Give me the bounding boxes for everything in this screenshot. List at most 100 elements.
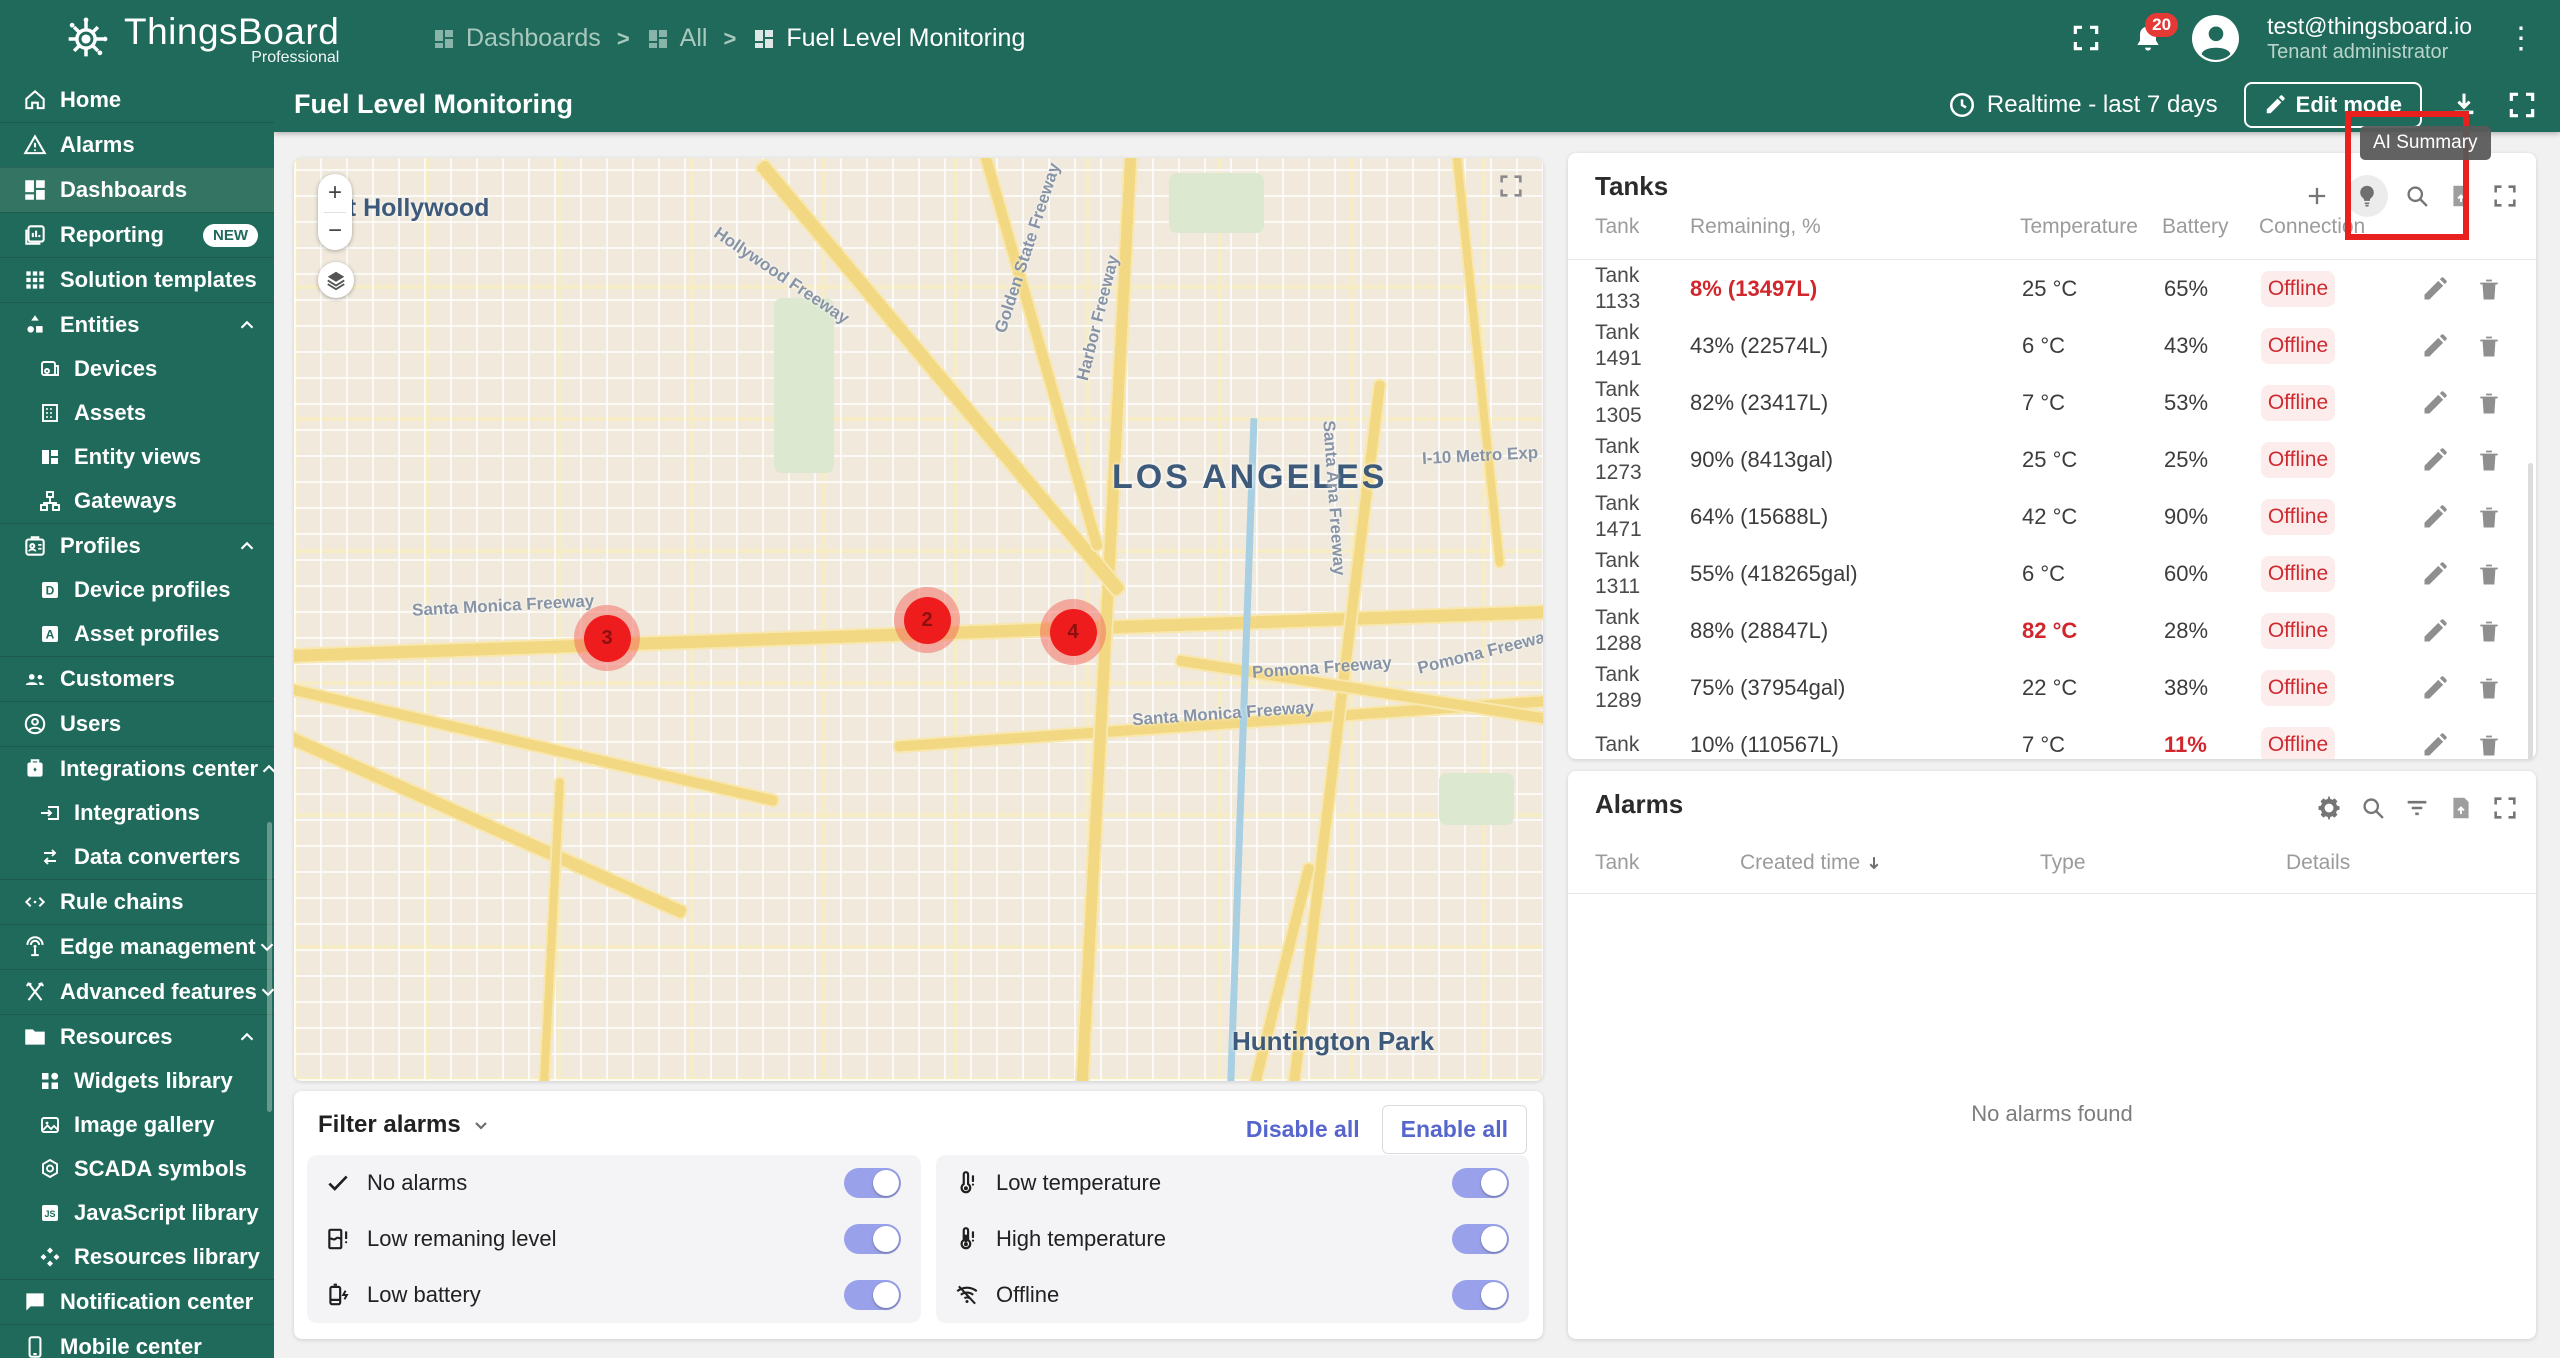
search-icon[interactable] [2402, 181, 2432, 211]
edit-row-button[interactable] [2421, 446, 2449, 474]
tanks-fullscreen-icon[interactable] [2490, 181, 2520, 211]
alarms-col-header[interactable]: Tank [1595, 851, 1639, 875]
sidebar-item-device-profiles[interactable]: D Device profiles [0, 568, 274, 612]
sidebar-item-resources[interactable]: Resources [0, 1014, 274, 1059]
map-cluster-marker[interactable]: 3 [574, 605, 640, 671]
alarms-filter-icon[interactable] [2402, 793, 2432, 823]
table-row[interactable]: Tank 1133 8% (13497L) 25 °C 65% Offline [1595, 260, 2528, 317]
sidebar-item-devices[interactable]: Devices [0, 347, 274, 391]
low-remaining-toggle[interactable] [844, 1224, 901, 1254]
sidebar-scrollbar[interactable] [267, 822, 272, 1112]
delete-row-button[interactable] [2475, 446, 2503, 474]
delete-row-button[interactable] [2475, 731, 2503, 759]
sidebar-item-home[interactable]: Home [0, 77, 274, 122]
low-battery-toggle[interactable] [844, 1280, 901, 1310]
breadcrumb-current[interactable]: Fuel Level Monitoring [752, 24, 1025, 53]
table-row[interactable]: Tank 1288 88% (28847L) 82 °C 28% Offline [1595, 602, 2528, 659]
tanks-col-header[interactable]: Remaining, % [1690, 215, 1821, 239]
sidebar-item-data-converters[interactable]: Data converters [0, 835, 274, 879]
export-icon[interactable] [2446, 181, 2476, 211]
add-tank-button[interactable] [2302, 181, 2332, 211]
alarms-fullscreen-icon[interactable] [2490, 793, 2520, 823]
high-temperature-toggle[interactable] [1452, 1224, 1509, 1254]
ai-summary-button[interactable] [2346, 175, 2388, 217]
sidebar-item-asset-profiles[interactable]: A Asset profiles [0, 612, 274, 656]
sidebar-item-entity-views[interactable]: Entity views [0, 435, 274, 479]
low-temperature-toggle[interactable] [1452, 1168, 1509, 1198]
sidebar-item-integrations-center[interactable]: Integrations center [0, 746, 274, 791]
table-row[interactable]: Tank 1491 43% (22574L) 6 °C 43% Offline [1595, 317, 2528, 374]
table-row[interactable]: Tank 1305 82% (23417L) 7 °C 53% Offline [1595, 374, 2528, 431]
tanks-col-header[interactable]: Battery [2162, 215, 2229, 239]
alarms-col-header[interactable]: Type [2040, 851, 2086, 875]
edit-row-button[interactable] [2421, 674, 2449, 702]
breadcrumb-all[interactable]: All [646, 24, 707, 53]
user-avatar[interactable] [2192, 15, 2240, 62]
alarms-col-header-created-time[interactable]: Created time [1740, 851, 1884, 875]
sidebar-item-assets[interactable]: Assets [0, 391, 274, 435]
alarms-export-icon[interactable] [2446, 793, 2476, 823]
edit-row-button[interactable] [2421, 731, 2449, 759]
timewindow-button[interactable]: Realtime - last 7 days [1947, 90, 2218, 120]
alarms-settings-gear-icon[interactable] [2314, 793, 2344, 823]
alarms-col-header[interactable]: Details [2286, 851, 2350, 875]
header-menu-kebab-icon[interactable]: ⋮ [2500, 21, 2542, 56]
sidebar-item-resources-library[interactable]: Resources library [0, 1235, 274, 1279]
table-row[interactable]: Tank 1471 64% (15688L) 42 °C 90% Offline [1595, 488, 2528, 545]
tanks-col-header[interactable]: Tank [1595, 215, 1639, 239]
sidebar-item-notification-center[interactable]: Notification center [0, 1279, 274, 1324]
zoom-in-button[interactable]: + [318, 174, 352, 212]
table-row[interactable]: Tank 1311 55% (418265gal) 6 °C 60% Offlin… [1595, 545, 2528, 602]
user-info[interactable]: test@thingsboard.io Tenant administrator [2267, 12, 2472, 66]
zoom-out-button[interactable]: − [318, 213, 352, 251]
delete-row-button[interactable] [2475, 674, 2503, 702]
delete-row-button[interactable] [2475, 332, 2503, 360]
table-row[interactable]: Tank 1273 90% (8413gal) 25 °C 25% Offline [1595, 431, 2528, 488]
tanks-col-header[interactable]: Temperature [2020, 215, 2138, 239]
offline-toggle[interactable] [1452, 1280, 1509, 1310]
sidebar-item-image-gallery[interactable]: Image gallery [0, 1103, 274, 1147]
sidebar-item-integrations[interactable]: Integrations [0, 791, 274, 835]
sidebar-item-edge-management[interactable]: Edge management [0, 924, 274, 969]
delete-row-button[interactable] [2475, 503, 2503, 531]
map-fullscreen-icon[interactable] [1497, 172, 1525, 200]
table-row[interactable]: Tank 10% (110567L) 7 °C 11% Offline [1595, 716, 2528, 759]
sidebar-item-mobile-center[interactable]: Mobile center [0, 1324, 274, 1358]
enable-all-button[interactable]: Enable all [1381, 1105, 1527, 1154]
sidebar-item-gateways[interactable]: Gateways [0, 479, 274, 523]
map-cluster-marker[interactable]: 4 [1040, 599, 1106, 665]
edit-row-button[interactable] [2421, 389, 2449, 417]
sidebar-item-customers[interactable]: Customers [0, 656, 274, 701]
filter-alarms-dropdown[interactable]: Filter alarms [318, 1111, 493, 1139]
delete-row-button[interactable] [2475, 275, 2503, 303]
sidebar-item-entities[interactable]: Entities [0, 302, 274, 347]
sidebar-item-profiles[interactable]: Profiles [0, 523, 274, 568]
sidebar-item-dashboards[interactable]: Dashboards [0, 167, 274, 212]
sidebar-item-rule-chains[interactable]: Rule chains [0, 879, 274, 924]
delete-row-button[interactable] [2475, 389, 2503, 417]
edit-mode-button[interactable]: Edit mode [2243, 81, 2422, 128]
sidebar-item-users[interactable]: Users [0, 701, 274, 746]
breadcrumb-dashboards[interactable]: Dashboards [432, 24, 601, 53]
sidebar-item-widgets-library[interactable]: Widgets library [0, 1059, 274, 1103]
disable-all-button[interactable]: Disable all [1246, 1116, 1360, 1143]
notifications-bell[interactable]: 20 [2132, 12, 2179, 55]
download-dashboard-icon[interactable] [2448, 89, 2480, 121]
sidebar-item-solution-templates[interactable]: Solution templates [0, 257, 274, 302]
no-alarms-toggle[interactable] [844, 1168, 901, 1198]
los-angeles-map[interactable]: est Hollywood LOS ANGELES Huntington Par… [294, 158, 1543, 1081]
alarms-search-icon[interactable] [2358, 793, 2388, 823]
titlebar-fullscreen-icon[interactable] [2506, 89, 2538, 121]
tanks-col-header[interactable]: Connection [2259, 215, 2365, 239]
edit-row-button[interactable] [2421, 503, 2449, 531]
edit-row-button[interactable] [2421, 617, 2449, 645]
sidebar-item-alarms[interactable]: Alarms [0, 122, 274, 167]
header-fullscreen-icon[interactable] [2070, 22, 2104, 56]
sidebar-item-javascript-library[interactable]: JS JavaScript library [0, 1191, 274, 1235]
map-cluster-marker[interactable]: 2 [894, 587, 960, 653]
tanks-scrollbar[interactable] [2528, 463, 2533, 759]
edit-row-button[interactable] [2421, 275, 2449, 303]
sidebar-item-scada-symbols[interactable]: SCADA symbols [0, 1147, 274, 1191]
sidebar-item-advanced-features[interactable]: Advanced features [0, 969, 274, 1014]
delete-row-button[interactable] [2475, 617, 2503, 645]
